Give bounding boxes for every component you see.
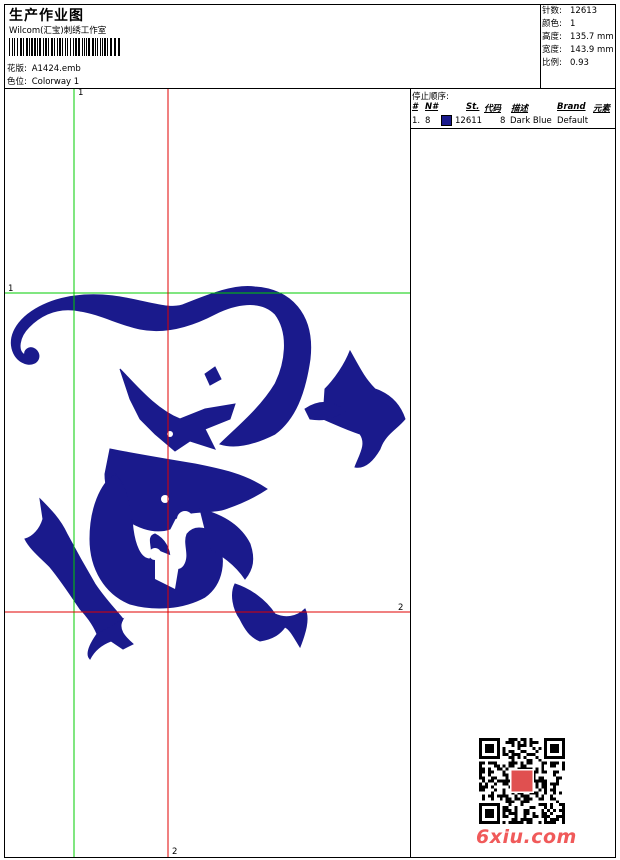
col-hash: # xyxy=(412,102,418,112)
watermark: 6xiu.com xyxy=(476,826,577,848)
col-code: 代码 xyxy=(484,104,502,114)
design-value: A1424.emb xyxy=(31,64,81,74)
col-element: 元素 xyxy=(593,104,611,114)
company-name: Wilcom(汇宝)刺绣工作室 xyxy=(9,26,107,36)
seal-icon xyxy=(511,770,533,792)
col-brand: Brand xyxy=(557,102,586,112)
stop-table-divider xyxy=(410,128,616,129)
page-title: 生产作业图 xyxy=(9,8,84,24)
stat-height: 高度: 135.7 mm xyxy=(542,32,614,42)
panel-divider xyxy=(410,88,411,858)
dragon-design xyxy=(11,285,406,660)
colorway-value: Colorway 1 xyxy=(31,77,80,87)
stat-width: 宽度: 143.9 mm xyxy=(542,45,614,55)
row-needle: 8 xyxy=(425,116,431,126)
stat-stitches: 针数: 12613 xyxy=(542,6,598,16)
guide-label-red-v: 2 xyxy=(172,847,178,857)
colorway-row: 色位: Colorway 1 xyxy=(7,75,79,87)
row-index: 1. xyxy=(412,116,421,126)
guide-label-red-h: 2 xyxy=(398,603,404,613)
col-description: 描述 xyxy=(511,104,529,114)
colorway-label: 色位: xyxy=(7,77,27,87)
barcode xyxy=(9,38,120,56)
design-label: 花版: xyxy=(7,64,27,74)
qr-code xyxy=(479,738,565,824)
row-code: 8 xyxy=(500,116,506,126)
guide-label-green-v: 1 xyxy=(78,88,84,98)
design-canvas xyxy=(5,89,410,857)
guide-label-green-h: 1 xyxy=(8,284,14,294)
stat-scale: 比例: 0.93 xyxy=(542,58,589,68)
row-brand: Default xyxy=(557,116,589,126)
stop-sequence-title: 停止顺序: xyxy=(412,92,449,102)
design-row: 花版: A1424.emb xyxy=(7,62,81,74)
row-stitches: 12611 xyxy=(455,116,483,126)
stat-colors: 颜色: 1 xyxy=(542,19,576,29)
color-swatch xyxy=(441,115,452,126)
stats-block: 针数: 12613 颜色: 1 高度: 135.7 mm 宽度: 143.9 mm 比例… xyxy=(542,5,614,70)
col-needle: N# xyxy=(425,102,439,112)
stats-divider xyxy=(540,4,541,88)
col-stitches: St. xyxy=(466,102,480,112)
row-description: Dark Blue xyxy=(510,116,552,126)
